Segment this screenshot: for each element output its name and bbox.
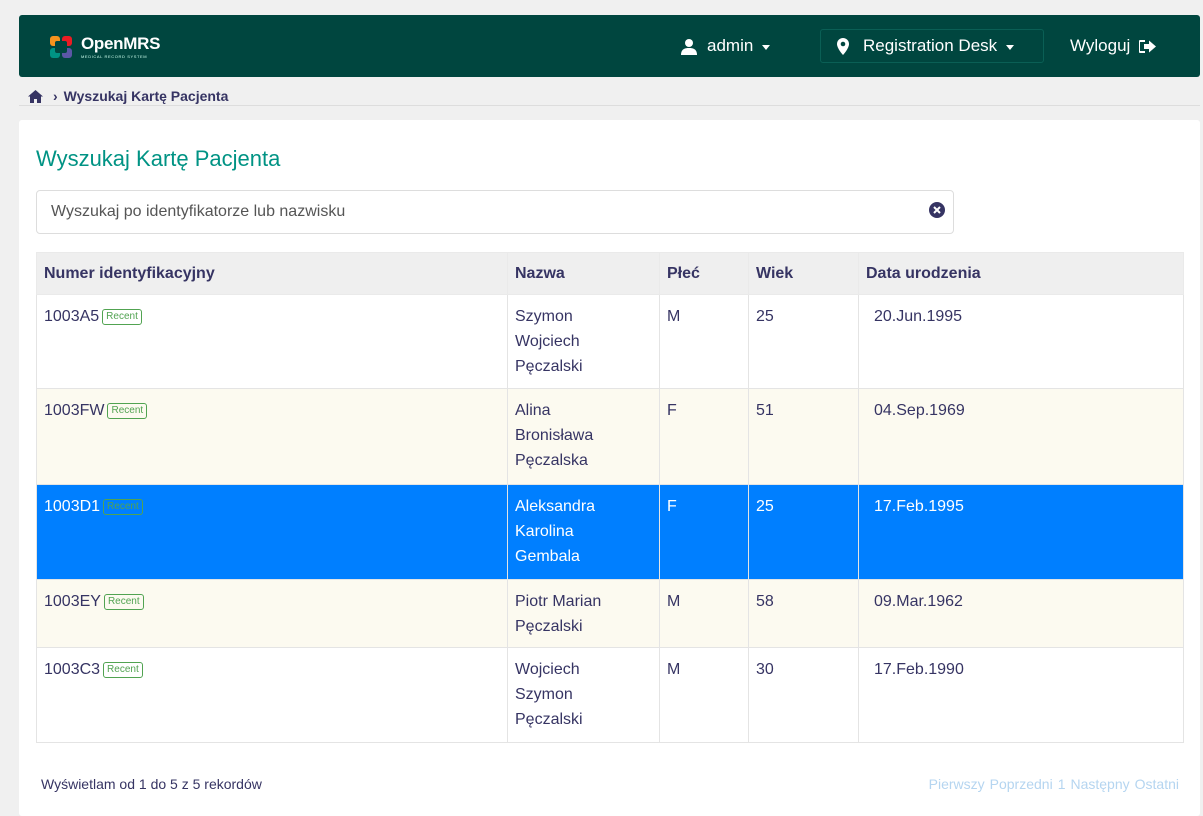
location-menu[interactable]: Registration Desk xyxy=(820,29,1044,63)
patient-birthdate: 17.Feb.1990 xyxy=(858,647,1184,743)
patient-id-cell: 1003D1 Recent xyxy=(36,484,508,580)
patient-birthdate: 20.Jun.1995 xyxy=(858,294,1184,389)
pager-last[interactable]: Ostatni xyxy=(1135,776,1179,792)
patient-name: Aleksandra Karolina Gembala xyxy=(507,484,660,580)
patient-gender: M xyxy=(659,647,749,743)
chevron-down-icon xyxy=(1006,44,1015,50)
column-header-age[interactable]: Wiek xyxy=(748,252,859,295)
patient-gender: M xyxy=(659,579,749,648)
patient-birthdate: 04.Sep.1969 xyxy=(858,388,1184,485)
breadcrumb-divider xyxy=(19,105,1200,106)
records-info: Wyświetlam od 1 do 5 z 5 rekordów xyxy=(41,776,262,792)
clear-search-icon[interactable] xyxy=(929,202,945,218)
patient-name: Piotr Marian Pęczalski xyxy=(507,579,660,648)
patient-gender: M xyxy=(659,294,749,389)
recent-badge: Recent xyxy=(102,309,142,325)
table-row[interactable]: 1003EY Recent Piotr Marian Pęczalski M 58… xyxy=(36,579,1184,648)
logout-label: Wyloguj xyxy=(1070,36,1131,55)
search-input[interactable] xyxy=(36,190,954,234)
location-label: Registration Desk xyxy=(863,36,998,55)
column-header-id[interactable]: Numer identyfikacyjny xyxy=(36,252,508,295)
table-row[interactable]: 1003C3 Recent Wojciech Szymon Pęczalski M… xyxy=(36,647,1184,743)
pager-first[interactable]: Pierwszy xyxy=(929,776,985,792)
main-content: Wyszukaj Kartę Pacjenta Numer identyfika… xyxy=(19,120,1200,816)
pager-next[interactable]: Następny xyxy=(1070,776,1129,792)
recent-badge: Recent xyxy=(107,403,148,419)
patient-gender: F xyxy=(659,388,749,485)
user-label: admin xyxy=(707,36,754,55)
column-header-gender[interactable]: Płeć xyxy=(659,252,749,295)
patient-birthdate: 09.Mar.1962 xyxy=(858,579,1184,648)
patient-name: Wojciech Szymon Pęczalski xyxy=(507,647,660,743)
chevron-down-icon xyxy=(762,44,771,50)
column-header-name[interactable]: Nazwa xyxy=(507,252,660,295)
column-header-birthdate[interactable]: Data urodzenia xyxy=(858,252,1184,295)
patient-age: 25 xyxy=(748,484,859,580)
table-row[interactable]: 1003FW Recent Alina Bronisława Pęczalska … xyxy=(36,388,1184,485)
user-icon xyxy=(681,38,697,55)
patient-name: Alina Bronisława Pęczalska xyxy=(507,388,660,485)
top-header: OpenMRS MEDICAL RECORD SYSTEM admin Regi… xyxy=(19,15,1200,77)
patient-gender: F xyxy=(659,484,749,580)
chevron-right-icon: › xyxy=(53,88,58,104)
sign-out-icon xyxy=(1139,39,1157,53)
patient-id: 1003C3 xyxy=(44,661,101,678)
patient-id: 1003D1 xyxy=(44,498,101,515)
patient-birthdate: 17.Feb.1995 xyxy=(858,484,1184,580)
pagination: Pierwszy Poprzedni 1 Następny Ostatni xyxy=(929,776,1179,792)
table-header-row: Numer identyfikacyjny Nazwa Płeć Wiek Da… xyxy=(36,252,1184,295)
recent-badge: Recent xyxy=(103,662,143,678)
patient-id-cell: 1003A5 Recent xyxy=(36,294,508,389)
page-title: Wyszukaj Kartę Pacjenta xyxy=(36,146,281,171)
patient-id-cell: 1003C3 Recent xyxy=(36,647,508,743)
patient-id: 1003FW xyxy=(44,402,105,419)
openmrs-logo-icon xyxy=(47,33,75,61)
table-row[interactable]: 1003A5 Recent Szymon Wojciech Pęczalski M… xyxy=(36,294,1184,389)
openmrs-logo[interactable]: OpenMRS MEDICAL RECORD SYSTEM xyxy=(47,33,160,61)
patient-name: Szymon Wojciech Pęczalski xyxy=(507,294,660,389)
pager-page-1[interactable]: 1 xyxy=(1058,776,1066,792)
patient-age: 51 xyxy=(748,388,859,485)
table-row-selected[interactable]: 1003D1 Recent Aleksandra Karolina Gembala… xyxy=(36,484,1184,580)
home-icon[interactable] xyxy=(28,89,43,103)
logout-link[interactable]: Wyloguj xyxy=(1070,15,1166,77)
patient-id: 1003A5 xyxy=(44,308,100,325)
pager-previous[interactable]: Poprzedni xyxy=(990,776,1053,792)
breadcrumb-current: Wyszukaj Kartę Pacjenta xyxy=(63,88,229,104)
patient-id: 1003EY xyxy=(44,593,101,610)
patient-id-cell: 1003FW Recent xyxy=(36,388,508,485)
recent-badge: Recent xyxy=(103,594,144,610)
patient-age: 58 xyxy=(748,579,859,648)
user-menu[interactable]: admin xyxy=(681,15,771,77)
recent-badge: Recent xyxy=(103,499,143,515)
patient-results-table: Numer identyfikacyjny Nazwa Płeć Wiek Da… xyxy=(36,252,1184,743)
breadcrumb: › Wyszukaj Kartę Pacjenta xyxy=(28,86,228,106)
logo-subtext: MEDICAL RECORD SYSTEM xyxy=(81,54,148,59)
patient-age: 30 xyxy=(748,647,859,743)
patient-age: 25 xyxy=(748,294,859,389)
logo-text: OpenMRS xyxy=(81,34,161,53)
map-marker-icon xyxy=(837,37,849,55)
patient-id-cell: 1003EY Recent xyxy=(36,579,508,648)
